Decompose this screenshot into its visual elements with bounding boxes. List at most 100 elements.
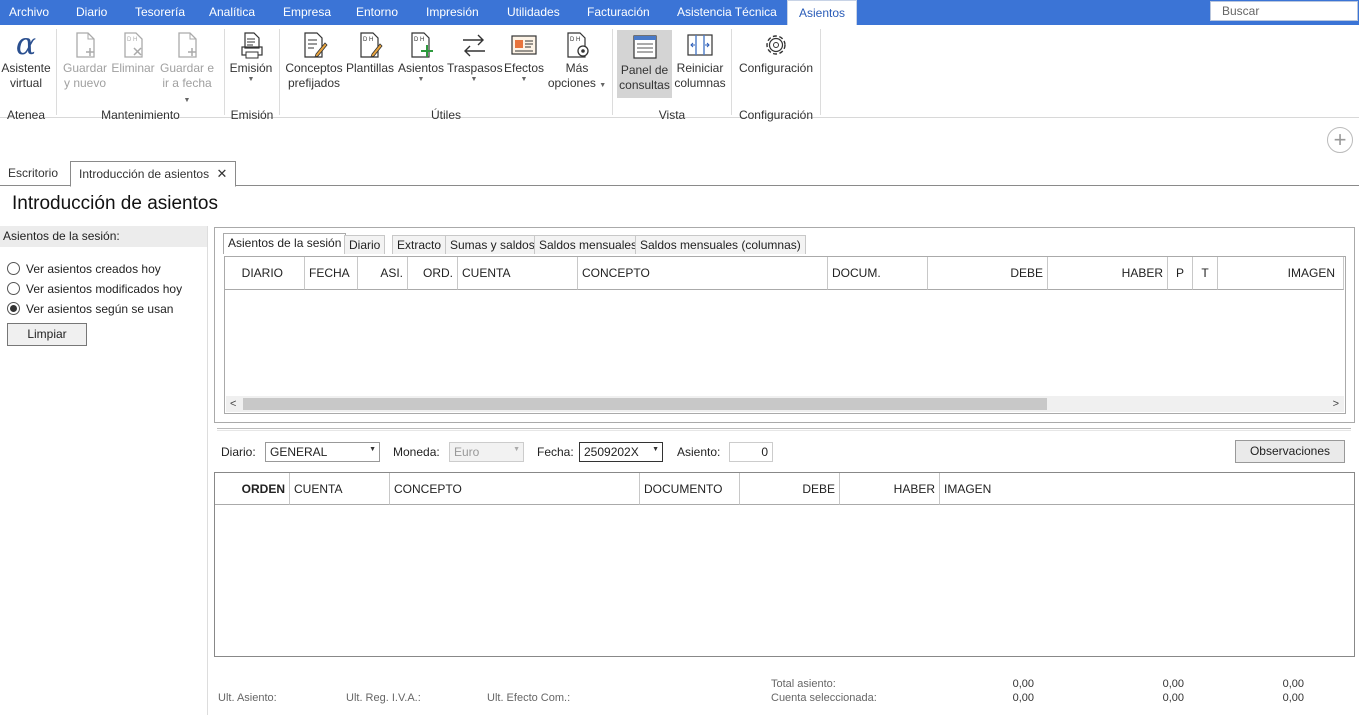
group-label: Vista (658, 108, 686, 122)
radio-icon[interactable] (7, 282, 20, 295)
scroll-right-icon[interactable]: > (1333, 396, 1339, 412)
session-grid[interactable]: DIARIO FECHA ASI. ORD. CUENTA CONCEPTO D… (224, 256, 1346, 414)
chevron-down-icon: ▼ (599, 82, 607, 89)
reiniciar-columnas-button[interactable]: Reiniciar columnas (674, 28, 726, 91)
fecha-input[interactable]: 2509202X ▼ (579, 442, 663, 462)
template-icon: D H (360, 32, 383, 58)
chevron-down-icon: ▼ (652, 446, 659, 453)
column-header[interactable]: DIARIO (225, 257, 305, 290)
page-title: Introducción de asientos (12, 193, 218, 214)
emision-button[interactable]: Emisión ▼ (229, 28, 273, 84)
conceptos-prefijados-button[interactable]: Conceptos prefijados (285, 28, 343, 91)
column-header[interactable]: DOCUM. (828, 257, 928, 290)
moneda-select[interactable]: Euro ▼ (449, 442, 524, 462)
asientos-button[interactable]: D H Asientos ▼ (397, 28, 445, 84)
add-tab-button[interactable]: + (1327, 127, 1353, 153)
tab-saldos-mensuales[interactable]: Saldos mensuales (534, 235, 643, 254)
document-add-icon: D H (411, 32, 433, 58)
plantillas-button[interactable]: D H Plantillas (346, 28, 394, 76)
tab-sumas-saldos[interactable]: Sumas y saldos (445, 235, 540, 254)
column-header[interactable]: HABER (1048, 257, 1168, 290)
menu-tesoreria[interactable]: Tesorería (135, 0, 185, 25)
splitter[interactable] (217, 428, 1351, 431)
radio-modificados-hoy[interactable]: Ver asientos modificados hoy (7, 281, 182, 297)
cuenta-saldo-value: 0,00 (1282, 692, 1304, 704)
column-header[interactable]: P (1168, 257, 1193, 290)
configuracion-button[interactable]: Configuración (737, 28, 815, 76)
svg-text:D H: D H (414, 37, 424, 43)
column-header[interactable]: ORD. (408, 257, 458, 290)
mas-opciones-button[interactable]: D H Más opciones ▼ (547, 28, 607, 91)
tab-asientos-sesion[interactable]: Asientos de la sesión (223, 233, 347, 254)
menu-utilidades[interactable]: Utilidades (507, 0, 560, 25)
search-input[interactable]: Buscar (1210, 1, 1358, 21)
chevron-down-icon: ▼ (470, 76, 478, 83)
total-saldo-value: 0,00 (1282, 678, 1304, 690)
group-label: Mantenimiento (101, 108, 180, 122)
chevron-down-icon: ▼ (247, 76, 255, 83)
column-header[interactable]: DEBE (740, 473, 840, 505)
eliminar-button[interactable]: D H Eliminar (111, 28, 155, 76)
entry-grid[interactable]: ORDEN CUENTA CONCEPTO DOCUMENTO DEBE HAB… (214, 472, 1355, 657)
column-header[interactable]: ASI. (358, 257, 408, 290)
column-header[interactable]: IMAGEN (1218, 257, 1344, 290)
column-header[interactable]: T (1193, 257, 1218, 290)
menu-empresa[interactable]: Empresa (283, 0, 331, 25)
column-header[interactable]: CONCEPTO (578, 257, 828, 290)
column-header[interactable]: ORDEN (215, 473, 290, 505)
limpiar-button[interactable]: Limpiar (7, 323, 87, 346)
menu-entorno[interactable]: Entorno (356, 0, 398, 25)
panel-consultas-button[interactable]: Panel de consultas (617, 30, 672, 98)
column-header[interactable]: HABER (840, 473, 940, 505)
group-label: Emisión (230, 108, 274, 122)
column-header[interactable]: FECHA (305, 257, 358, 290)
asistente-virtual-button[interactable]: α Asistente virtual (1, 28, 51, 91)
chevron-down-icon: ▼ (513, 446, 520, 453)
chevron-down-icon: ▼ (369, 446, 376, 453)
svg-text:D H: D H (127, 37, 137, 43)
radio-segun-se-usan[interactable]: Ver asientos según se usan (7, 301, 173, 317)
traspasos-button[interactable]: Traspasos ▼ (447, 28, 503, 84)
tab-saldos-mensuales-columnas[interactable]: Saldos mensuales (columnas) (635, 235, 806, 254)
document-tabs: Escritorio Introducción de asientos ✕ (0, 161, 1359, 187)
column-header[interactable]: CONCEPTO (390, 473, 640, 505)
menu-diario[interactable]: Diario (76, 0, 107, 25)
plus-icon: + (1333, 127, 1347, 152)
column-header[interactable]: IMAGEN (940, 473, 1354, 505)
menu-archivo[interactable]: Archivo (9, 0, 49, 25)
menu-asistencia[interactable]: Asistencia Técnica (677, 0, 777, 25)
printer-document-icon (241, 32, 263, 59)
transfer-arrows-icon (463, 34, 485, 57)
document-plus-icon (76, 32, 95, 58)
scroll-left-icon[interactable]: < (230, 396, 236, 412)
menu-facturacion[interactable]: Facturación (587, 0, 650, 25)
column-header[interactable]: DOCUMENTO (640, 473, 740, 505)
tab-diario[interactable]: Diario (344, 235, 386, 254)
cuenta-seleccionada-label: Cuenta seleccionada: (771, 692, 877, 704)
column-header[interactable]: DEBE (928, 257, 1048, 290)
menu-asientos[interactable]: Asientos (787, 0, 858, 26)
menu-impresion[interactable]: Impresión (426, 0, 479, 25)
menu-analitica[interactable]: Analítica (209, 0, 255, 25)
tab-extracto[interactable]: Extracto (392, 235, 447, 254)
radio-icon[interactable] (7, 302, 20, 315)
chevron-down-icon: ▼ (417, 76, 425, 83)
radio-creados-hoy[interactable]: Ver asientos creados hoy (7, 261, 161, 277)
guardar-fecha-button[interactable]: Guardar e ir a fecha ▼ (158, 28, 216, 106)
tab-escritorio[interactable]: Escritorio (0, 161, 66, 186)
observaciones-button[interactable]: Observaciones (1235, 440, 1345, 463)
asiento-input[interactable]: 0 (729, 442, 773, 462)
diario-select[interactable]: GENERAL ▼ (265, 442, 380, 462)
document-delete-icon: D H (124, 32, 143, 58)
column-header[interactable]: CUENTA (458, 257, 578, 290)
scrollbar-thumb[interactable] (243, 398, 1047, 410)
group-label: Atenea (6, 108, 46, 122)
radio-icon[interactable] (7, 262, 20, 275)
horizontal-scrollbar[interactable]: < > (226, 396, 1344, 412)
efectos-button[interactable]: Efectos ▼ (503, 28, 545, 84)
tab-introduccion-asientos[interactable]: Introducción de asientos ✕ (70, 161, 237, 187)
close-icon[interactable]: ✕ (216, 166, 227, 181)
guardar-nuevo-button[interactable]: Guardar y nuevo (62, 28, 108, 91)
ribbon: α Asistente virtual Guardar y nuevo D H … (0, 25, 1359, 122)
column-header[interactable]: CUENTA (290, 473, 390, 505)
